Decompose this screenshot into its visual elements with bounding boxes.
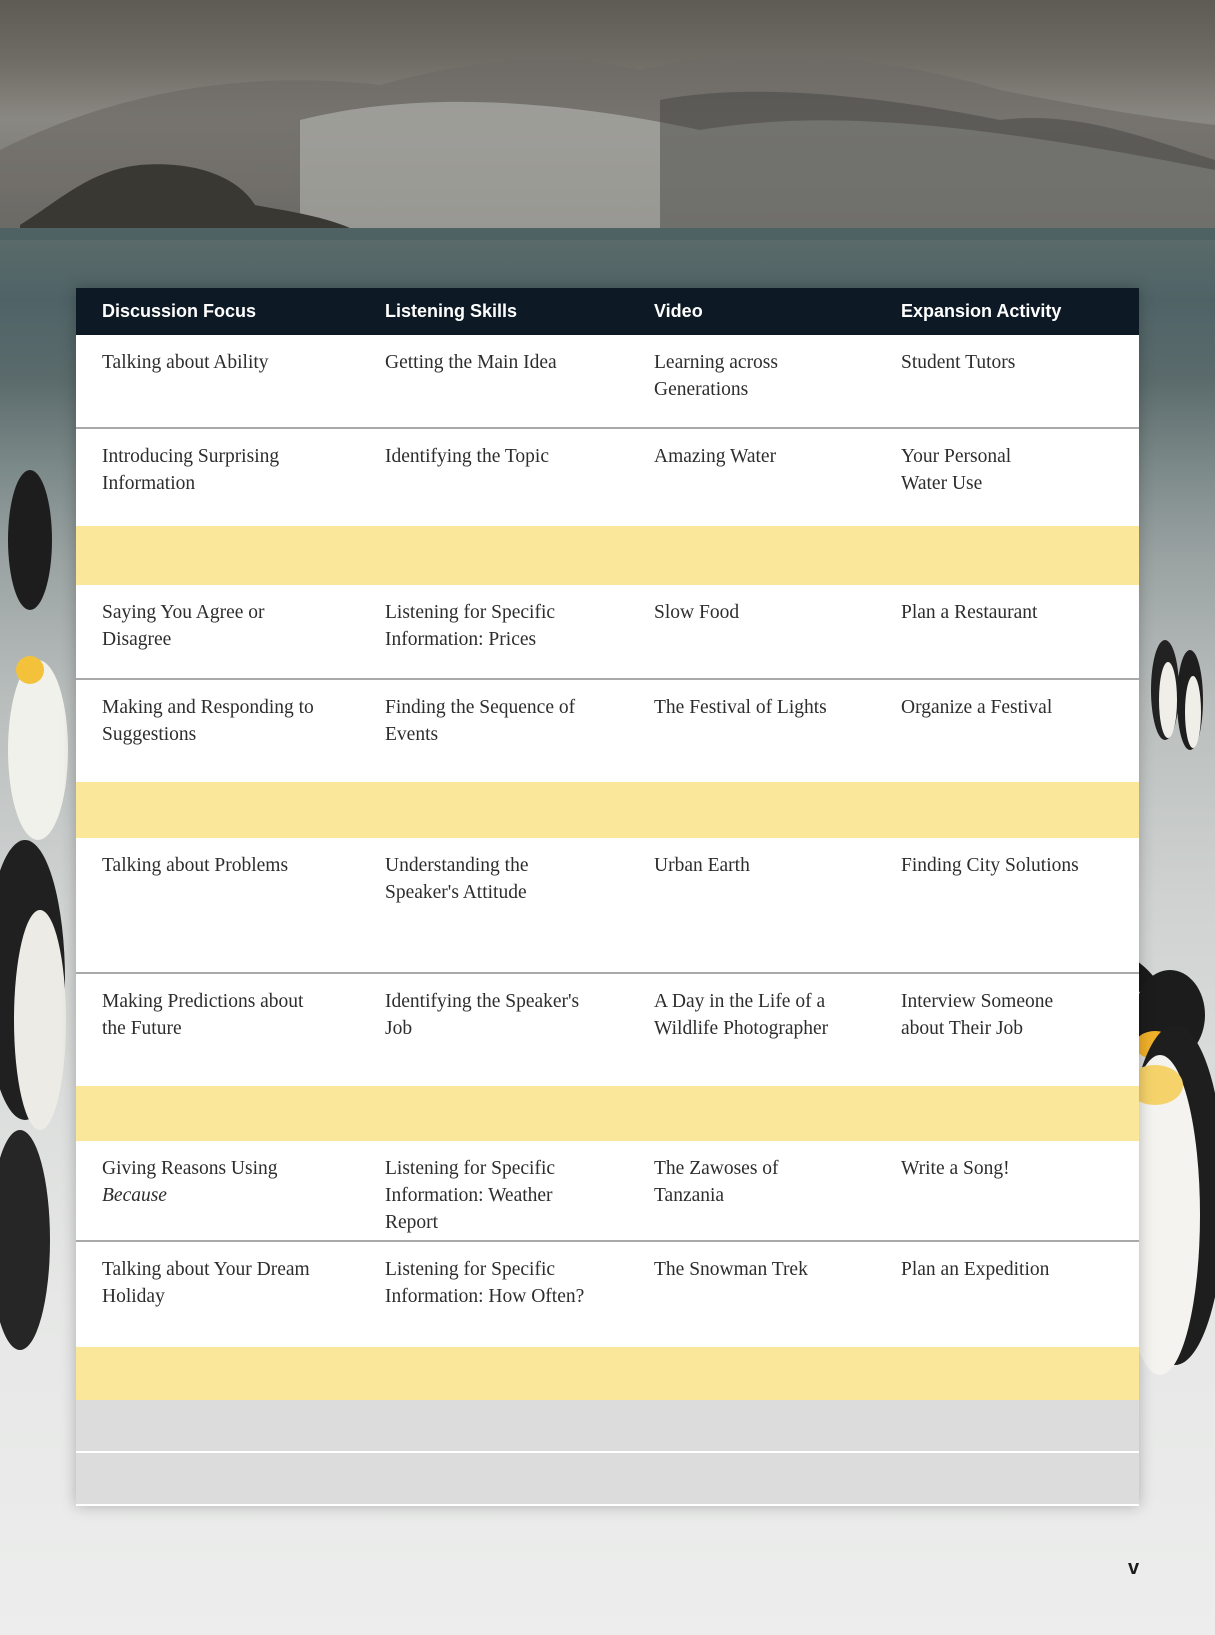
video-cell: Slow Food bbox=[654, 602, 740, 623]
listening-cell: Understanding the Speaker's Attitude bbox=[385, 855, 529, 903]
listening-cell: Listening for Specific Information: Pric… bbox=[385, 602, 556, 650]
page-number: v bbox=[1128, 1557, 1140, 1579]
table-row: Talking about Problems Understanding the… bbox=[76, 838, 1139, 974]
discussion-cell: Talking about Ability bbox=[102, 352, 269, 373]
unit-separator-band bbox=[76, 1347, 1139, 1400]
table-row: Making and Responding to Suggestions Fin… bbox=[76, 680, 1139, 782]
header-listening-skills: Listening Skills bbox=[385, 301, 518, 321]
expansion-cell: Organize a Festival bbox=[901, 697, 1053, 718]
discussion-cell: Giving Reasons Using Because bbox=[102, 1155, 302, 1209]
listening-cell: Listening for Specific Information: How … bbox=[385, 1259, 585, 1307]
discussion-italic-word: Because bbox=[102, 1185, 167, 1206]
expansion-cell: Plan a Restaurant bbox=[901, 602, 1038, 623]
expansion-cell: Write a Song! bbox=[901, 1158, 1010, 1179]
discussion-cell: Talking about Problems bbox=[102, 855, 289, 876]
expansion-cell: Interview Someone about Their Job bbox=[901, 991, 1054, 1039]
contents-table: Discussion Focus Listening Skills Video … bbox=[76, 288, 1139, 1506]
table-row: Saying You Agree or Disagree Listening f… bbox=[76, 585, 1139, 680]
table-row: Introducing Surprising Information Ident… bbox=[76, 429, 1139, 526]
unit-separator-band bbox=[76, 1086, 1139, 1141]
discussion-cell: Making and Responding to Suggestions bbox=[102, 697, 314, 745]
listening-cell: Finding the Sequence of Events bbox=[385, 697, 576, 745]
video-cell: The Festival of Lights bbox=[654, 697, 827, 718]
table-row: Making Predictions about the Future Iden… bbox=[76, 974, 1139, 1086]
video-cell: A Day in the Life of a Wildlife Photogra… bbox=[654, 991, 829, 1039]
table-row: Talking about Ability Getting the Main I… bbox=[76, 335, 1139, 429]
table-row: Giving Reasons Using Because Listening fo… bbox=[76, 1141, 1139, 1242]
listening-cell: Identifying the Speaker's Job bbox=[385, 991, 580, 1039]
unit-separator-band bbox=[76, 526, 1139, 585]
empty-grey-row bbox=[76, 1400, 1139, 1453]
listening-cell: Identifying the Topic bbox=[385, 446, 549, 467]
listening-cell: Getting the Main Idea bbox=[385, 352, 557, 373]
table-header: Discussion Focus Listening Skills Video … bbox=[76, 288, 1139, 335]
expansion-cell: Your Personal Water Use bbox=[901, 446, 1012, 494]
table-row: Talking about Your Dream Holiday Listeni… bbox=[76, 1242, 1139, 1347]
listening-cell: Listening for Specific Information: Weat… bbox=[385, 1158, 556, 1233]
discussion-cell: Making Predictions about the Future bbox=[102, 991, 304, 1039]
discussion-cell: Saying You Agree or Disagree bbox=[102, 602, 265, 650]
discussion-cell: Talking about Your Dream Holiday bbox=[102, 1259, 310, 1307]
expansion-cell: Finding City Solutions bbox=[901, 855, 1079, 876]
discussion-text: Giving Reasons Using bbox=[102, 1158, 278, 1179]
discussion-cell: Introducing Surprising Information bbox=[102, 446, 280, 494]
video-cell: The Zawoses of Tanzania bbox=[654, 1158, 779, 1206]
expansion-cell: Plan an Expedition bbox=[901, 1259, 1050, 1280]
video-cell: The Snowman Trek bbox=[654, 1259, 808, 1280]
header-expansion-activity: Expansion Activity bbox=[901, 301, 1062, 321]
empty-grey-row bbox=[76, 1453, 1139, 1506]
expansion-cell: Student Tutors bbox=[901, 352, 1016, 373]
mountain-island-scenery bbox=[0, 55, 1215, 240]
video-cell: Learning across Generations bbox=[654, 352, 778, 400]
unit-separator-band bbox=[76, 782, 1139, 838]
video-cell: Amazing Water bbox=[654, 446, 777, 467]
video-cell: Urban Earth bbox=[654, 855, 750, 876]
header-video: Video bbox=[654, 301, 703, 321]
penguin-group-left-image bbox=[0, 470, 68, 1350]
header-discussion-focus: Discussion Focus bbox=[102, 301, 257, 321]
penguin-pair-distant-image bbox=[1151, 640, 1203, 750]
